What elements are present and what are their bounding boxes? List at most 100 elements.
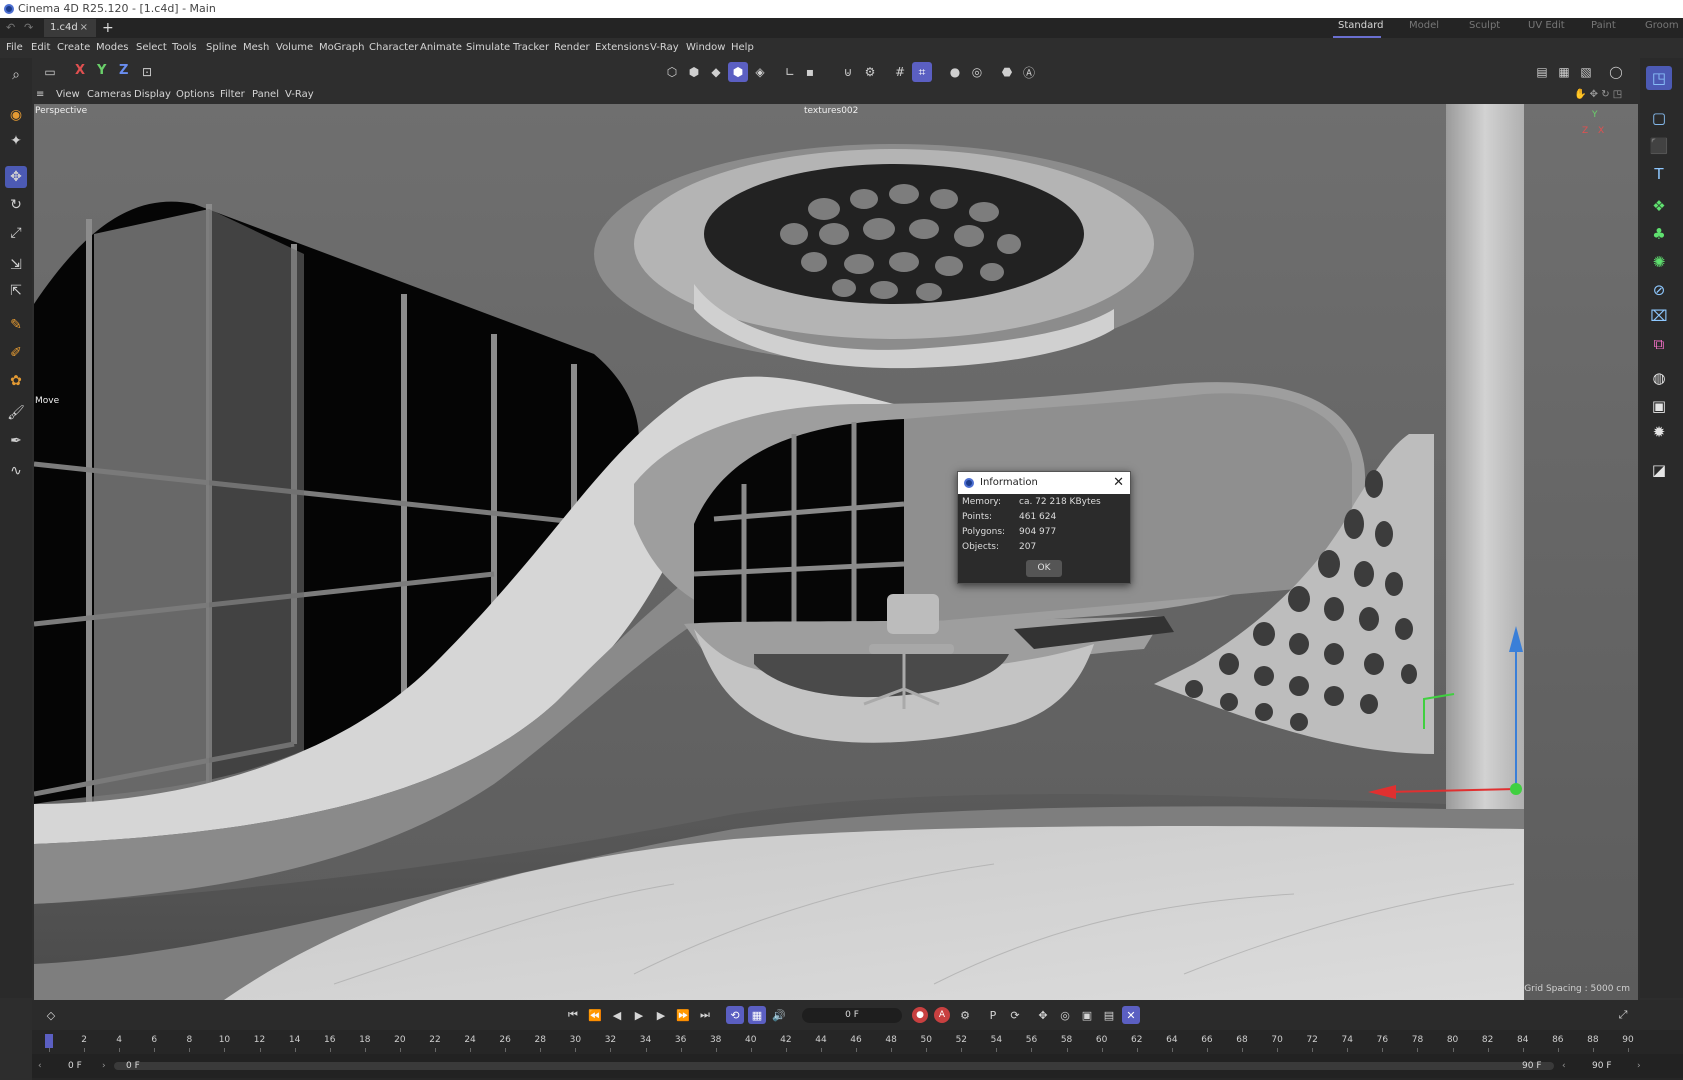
menu-help[interactable]: Help xyxy=(731,42,754,53)
y-axis-lock-button[interactable]: Y xyxy=(97,63,106,78)
undo-icon[interactable]: ↶ xyxy=(6,21,15,34)
polygons-mode-icon[interactable]: ◆ xyxy=(706,62,726,82)
workplane-icon[interactable]: # xyxy=(890,62,910,82)
enable-snap-icon[interactable]: ⊍ xyxy=(838,62,858,82)
menu-animate[interactable]: Animate xyxy=(420,42,462,53)
range-end-next-icon[interactable]: › xyxy=(1637,1059,1641,1073)
layout-tab-model[interactable]: Model xyxy=(1409,20,1439,31)
search-icon[interactable]: ⌕ xyxy=(5,64,27,86)
menu-tools[interactable]: Tools xyxy=(172,42,197,53)
menu-vray[interactable]: V-Ray xyxy=(650,42,679,53)
render-settings-icon[interactable]: ▧ xyxy=(1576,62,1596,82)
next-frame-icon[interactable]: ▶ xyxy=(652,1006,670,1024)
menu-character[interactable]: Character xyxy=(369,42,418,53)
menu-create[interactable]: Create xyxy=(57,42,90,53)
axis-mode-icon[interactable]: ∟ xyxy=(780,62,800,82)
go-to-end-icon[interactable]: ⏭ xyxy=(696,1006,714,1024)
environment-icon[interactable]: ◍ xyxy=(1646,366,1672,390)
range-slider[interactable] xyxy=(114,1062,1554,1070)
viewport-menu-cameras[interactable]: Cameras xyxy=(87,89,131,100)
ok-button[interactable]: OK xyxy=(1026,560,1062,577)
keyframe-diamond-icon[interactable]: ◇ xyxy=(42,1006,60,1024)
quantize-icon[interactable]: ◎ xyxy=(967,62,987,82)
dialog-title-bar[interactable]: Information ✕ xyxy=(958,472,1130,494)
redo-icon[interactable]: ↷ xyxy=(24,21,33,34)
autokey-icon[interactable]: A xyxy=(934,1007,950,1023)
menu-simulate[interactable]: Simulate xyxy=(466,42,510,53)
speaker-icon[interactable]: 🔊 xyxy=(770,1006,788,1024)
move-tool-icon[interactable]: ✥ xyxy=(5,166,27,188)
close-icon[interactable]: ✕ xyxy=(1113,472,1124,494)
keyframe-settings-icon[interactable]: ⚙ xyxy=(956,1006,974,1024)
viewport-menu-view[interactable]: View xyxy=(56,89,80,100)
menu-select[interactable]: Select xyxy=(136,42,167,53)
menu-mograph[interactable]: MoGraph xyxy=(319,42,364,53)
coordinate-system-icon[interactable]: ⊡ xyxy=(137,62,157,82)
brush-icon[interactable]: 🖌 xyxy=(5,402,27,424)
document-tab[interactable]: 1.c4d × xyxy=(44,19,96,37)
range-end-field[interactable]: 90 F xyxy=(1522,1059,1542,1073)
viewport-hamburger-icon[interactable]: ≡ xyxy=(36,89,44,100)
menu-window[interactable]: Window xyxy=(686,42,725,53)
layout-tab-sculpt[interactable]: Sculpt xyxy=(1469,20,1500,31)
tag-icon[interactable]: ◪ xyxy=(1646,458,1672,482)
interactive-render-icon[interactable]: ◯ xyxy=(1606,62,1626,82)
mograph-effector-icon[interactable]: ⧉ xyxy=(1646,332,1672,356)
z-axis-lock-button[interactable]: Z xyxy=(119,63,128,78)
layout-tab-groom[interactable]: Groom xyxy=(1645,20,1679,31)
lasso-icon[interactable]: ∿ xyxy=(5,460,27,482)
attributes-icon[interactable]: Ⓐ xyxy=(1019,62,1039,82)
viewport-menu-options[interactable]: Options xyxy=(176,89,215,100)
current-frame-field[interactable]: 0 F xyxy=(802,1008,902,1023)
object-mode-icon[interactable]: ▭ xyxy=(40,62,60,82)
new-tab-button[interactable]: + xyxy=(102,19,114,37)
model-mode-icon[interactable]: ⬢ xyxy=(728,62,748,82)
key-scale-icon[interactable]: ✥ xyxy=(1034,1006,1052,1024)
cloner-icon[interactable]: ♣ xyxy=(1646,222,1672,246)
solo-icon[interactable]: ⬣ xyxy=(997,62,1017,82)
previous-frame-icon[interactable]: ◀ xyxy=(608,1006,626,1024)
menu-volume[interactable]: Volume xyxy=(276,42,313,53)
layout-tab-uv-edit[interactable]: UV Edit xyxy=(1528,20,1565,31)
field-icon[interactable]: ⌧ xyxy=(1646,304,1672,328)
spline-sketch-icon[interactable]: ✐ xyxy=(5,342,27,364)
menu-tracker[interactable]: Tracker xyxy=(513,42,549,53)
text-spline-icon[interactable]: T xyxy=(1646,162,1672,186)
previous-key-icon[interactable]: ⏪ xyxy=(586,1006,604,1024)
texture-mode-icon[interactable]: ▪ xyxy=(800,62,820,82)
timeline-expand-icon[interactable]: ⤢ xyxy=(1614,1006,1632,1024)
rotate-tool-icon[interactable]: ↻ xyxy=(5,194,27,216)
layout-tab-standard[interactable]: Standard xyxy=(1338,20,1384,31)
frame-ruler[interactable]: 0246810121416182022242628303234363840424… xyxy=(32,1030,1683,1052)
menu-mesh[interactable]: Mesh xyxy=(243,42,269,53)
perspective-viewport[interactable]: Perspective textures002 Move Z X Y Grid … xyxy=(34,104,1638,1000)
null-object-icon[interactable]: ▢ xyxy=(1646,106,1672,130)
selection-options-icon[interactable]: ✦ xyxy=(5,130,27,152)
edges-mode-icon[interactable]: ⬢ xyxy=(684,62,704,82)
menu-file[interactable]: File xyxy=(6,42,23,53)
spline-primitives-icon[interactable]: ✿ xyxy=(5,370,27,392)
menu-edit[interactable]: Edit xyxy=(31,42,50,53)
layout-tab-paint[interactable]: Paint xyxy=(1591,20,1616,31)
live-selection-icon[interactable]: ◉ xyxy=(5,104,27,126)
light-icon[interactable]: ✹ xyxy=(1646,420,1672,444)
camera-icon[interactable]: ▣ xyxy=(1646,394,1672,418)
layout-view-icon[interactable]: ◳ xyxy=(1646,66,1672,90)
key-pla-icon[interactable]: ▣ xyxy=(1078,1006,1096,1024)
range-end-prev-icon[interactable]: ‹ xyxy=(1562,1059,1566,1073)
range-end-field-2[interactable]: 90 F xyxy=(1592,1059,1612,1073)
uv-mode-icon[interactable]: ◈ xyxy=(750,62,770,82)
close-tab-icon[interactable]: × xyxy=(80,19,88,37)
menu-render[interactable]: Render xyxy=(554,42,590,53)
key-rotation-icon[interactable]: ⟳ xyxy=(1006,1006,1024,1024)
render-view-icon[interactable]: ▤ xyxy=(1532,62,1552,82)
x-axis-lock-button[interactable]: X xyxy=(75,63,85,78)
deformer-icon[interactable]: ⊘ xyxy=(1646,278,1672,302)
range-start-field[interactable]: 0 F xyxy=(68,1059,82,1073)
effector-icon[interactable]: ✺ xyxy=(1646,250,1672,274)
render-to-picture-viewer-icon[interactable]: ▦ xyxy=(1554,62,1574,82)
record-icon[interactable]: ● xyxy=(912,1007,928,1023)
play-icon[interactable]: ▶ xyxy=(630,1006,648,1024)
grid-snap-icon[interactable]: ⌗ xyxy=(912,62,932,82)
key-point-level-icon[interactable]: ▤ xyxy=(1100,1006,1118,1024)
